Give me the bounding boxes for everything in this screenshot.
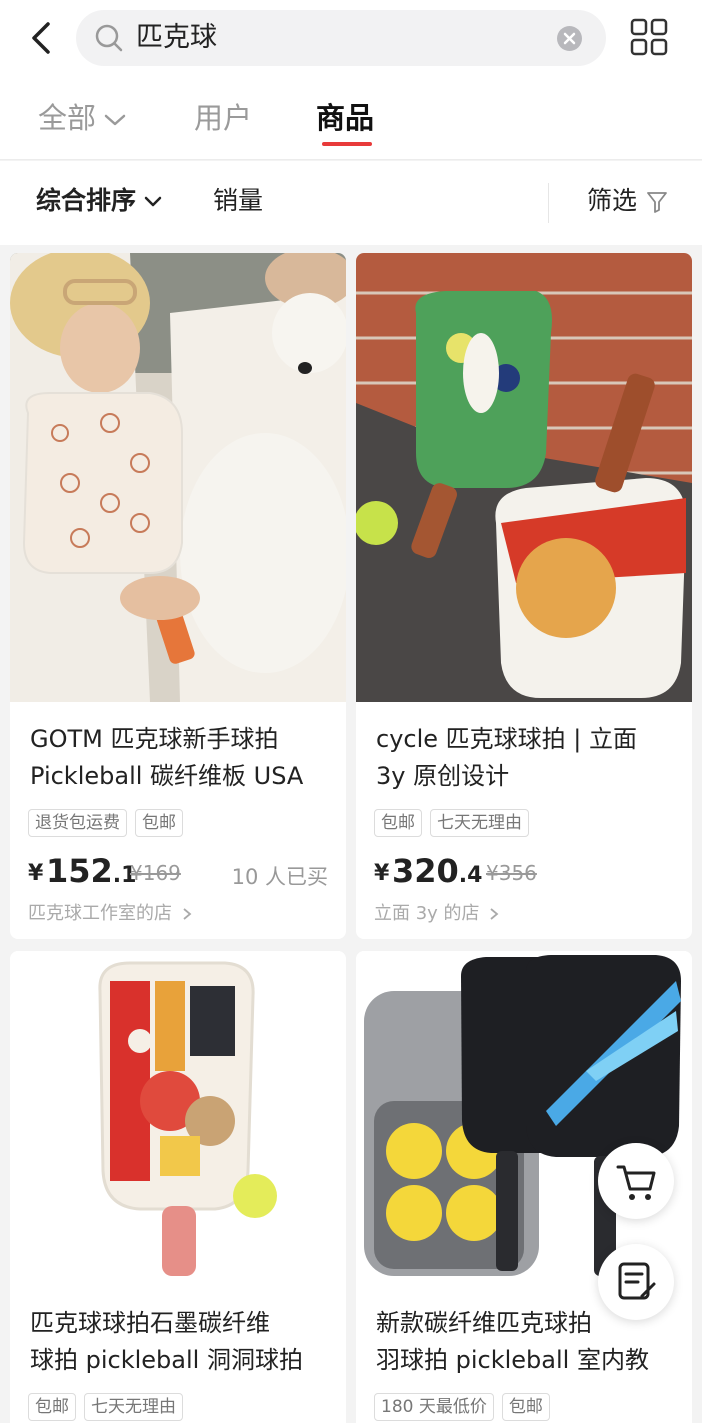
filter-button[interactable]: 筛选 <box>587 185 667 217</box>
chevron-right-icon <box>490 908 499 920</box>
product-image <box>10 951 346 1287</box>
product-title-line: cycle 匹克球球拍 | 立面 <box>376 725 637 753</box>
product-card[interactable]: GOTM 匹克球新手球拍 Pickleball 碳纤维板 USA 退货包运费 包… <box>10 253 346 939</box>
product-title-line: 羽球拍 pickleball 室内教 <box>376 1346 649 1374</box>
tag: 退货包运费 <box>28 809 127 837</box>
price-currency: ¥ <box>28 861 44 886</box>
price: 320.4 <box>392 851 482 896</box>
tag-list: 退货包运费 包邮 <box>28 809 183 837</box>
search-header: 匹克球 <box>0 0 702 78</box>
shop-name: 立面 3y 的店 <box>374 903 480 924</box>
clear-icon[interactable] <box>557 26 582 51</box>
price: 152.1 <box>46 851 136 896</box>
product-card[interactable]: 匹克球球拍石墨碳纤维 球拍 pickleball 洞洞球拍 包邮 七天无理由 <box>10 951 346 1423</box>
active-tab-indicator <box>322 142 372 146</box>
sort-composite-label: 综合排序 <box>36 186 137 215</box>
product-title: cycle 匹克球球拍 | 立面 3y 原创设计 <box>376 721 676 795</box>
chevron-down-icon <box>104 114 126 126</box>
product-title: GOTM 匹克球新手球拍 Pickleball 碳纤维板 USA <box>30 721 330 795</box>
notes-icon <box>618 1262 656 1300</box>
price-currency: ¥ <box>374 861 390 886</box>
tab-all-label: 全部 <box>38 101 97 135</box>
product-title-line: 匹克球球拍石墨碳纤维 <box>30 1309 270 1337</box>
tag: 七天无理由 <box>84 1393 183 1421</box>
grid-icon[interactable] <box>630 18 668 56</box>
chevron-right-icon <box>183 908 192 920</box>
back-arrow-icon[interactable] <box>22 18 62 58</box>
price-row: ¥ 152.1 ¥169 10 人已买 <box>28 851 328 891</box>
shop-link[interactable]: 匹克球工作室的店 <box>28 899 192 925</box>
product-card[interactable]: cycle 匹克球球拍 | 立面 3y 原创设计 包邮 七天无理由 ¥ 320.… <box>356 253 692 939</box>
tab-users[interactable]: 用户 <box>194 100 252 136</box>
filter-label: 筛选 <box>587 186 638 215</box>
cart-icon <box>616 1165 656 1200</box>
product-image <box>356 951 692 1287</box>
original-price: ¥356 <box>486 861 537 885</box>
search-query: 匹克球 <box>136 22 217 53</box>
sort-composite[interactable]: 综合排序 <box>36 185 162 217</box>
shop-link[interactable]: 立面 3y 的店 <box>374 899 499 925</box>
original-price: ¥169 <box>130 861 181 885</box>
cart-button[interactable] <box>598 1143 674 1219</box>
sort-sales[interactable]: 销量 <box>213 185 263 217</box>
tag: 七天无理由 <box>430 809 529 837</box>
shop-name: 匹克球工作室的店 <box>28 903 172 924</box>
product-title-line: Pickleball 碳纤维板 USA <box>30 762 304 790</box>
price-integer: 320 <box>392 852 459 890</box>
product-title-line: 球拍 pickleball 洞洞球拍 <box>30 1346 303 1374</box>
tab-all[interactable]: 全部 <box>38 100 126 136</box>
product-title-line: GOTM 匹克球新手球拍 <box>30 725 279 753</box>
filter-icon <box>647 192 667 213</box>
tag-list: 包邮 七天无理由 <box>374 809 529 837</box>
tag-list: 180 天最低价 包邮 <box>374 1393 550 1421</box>
chevron-down-icon <box>144 196 162 207</box>
tag: 包邮 <box>135 809 183 837</box>
notes-button[interactable] <box>598 1244 674 1320</box>
search-icon <box>95 24 123 52</box>
sold-count: 10 人已买 <box>231 865 328 889</box>
price-row: ¥ 320.4 ¥356 <box>374 851 674 891</box>
product-title: 匹克球球拍石墨碳纤维 球拍 pickleball 洞洞球拍 <box>30 1305 330 1379</box>
tag: 包邮 <box>501 1393 550 1421</box>
tag: 180 天最低价 <box>374 1393 494 1421</box>
divider <box>548 183 549 223</box>
tag: 包邮 <box>28 1393 76 1421</box>
product-image <box>10 253 346 702</box>
price-decimal: .4 <box>458 863 483 888</box>
tag-list: 包邮 七天无理由 <box>28 1393 183 1421</box>
sort-bar: 综合排序 销量 筛选 <box>0 161 702 245</box>
tab-products[interactable]: 商品 <box>316 100 374 136</box>
tag: 包邮 <box>374 809 422 837</box>
tab-bar: 全部 用户 商品 <box>0 78 702 160</box>
search-input[interactable]: 匹克球 <box>76 10 606 66</box>
product-image <box>356 253 692 702</box>
price-integer: 152 <box>46 852 113 890</box>
product-title-line: 3y 原创设计 <box>376 762 510 790</box>
